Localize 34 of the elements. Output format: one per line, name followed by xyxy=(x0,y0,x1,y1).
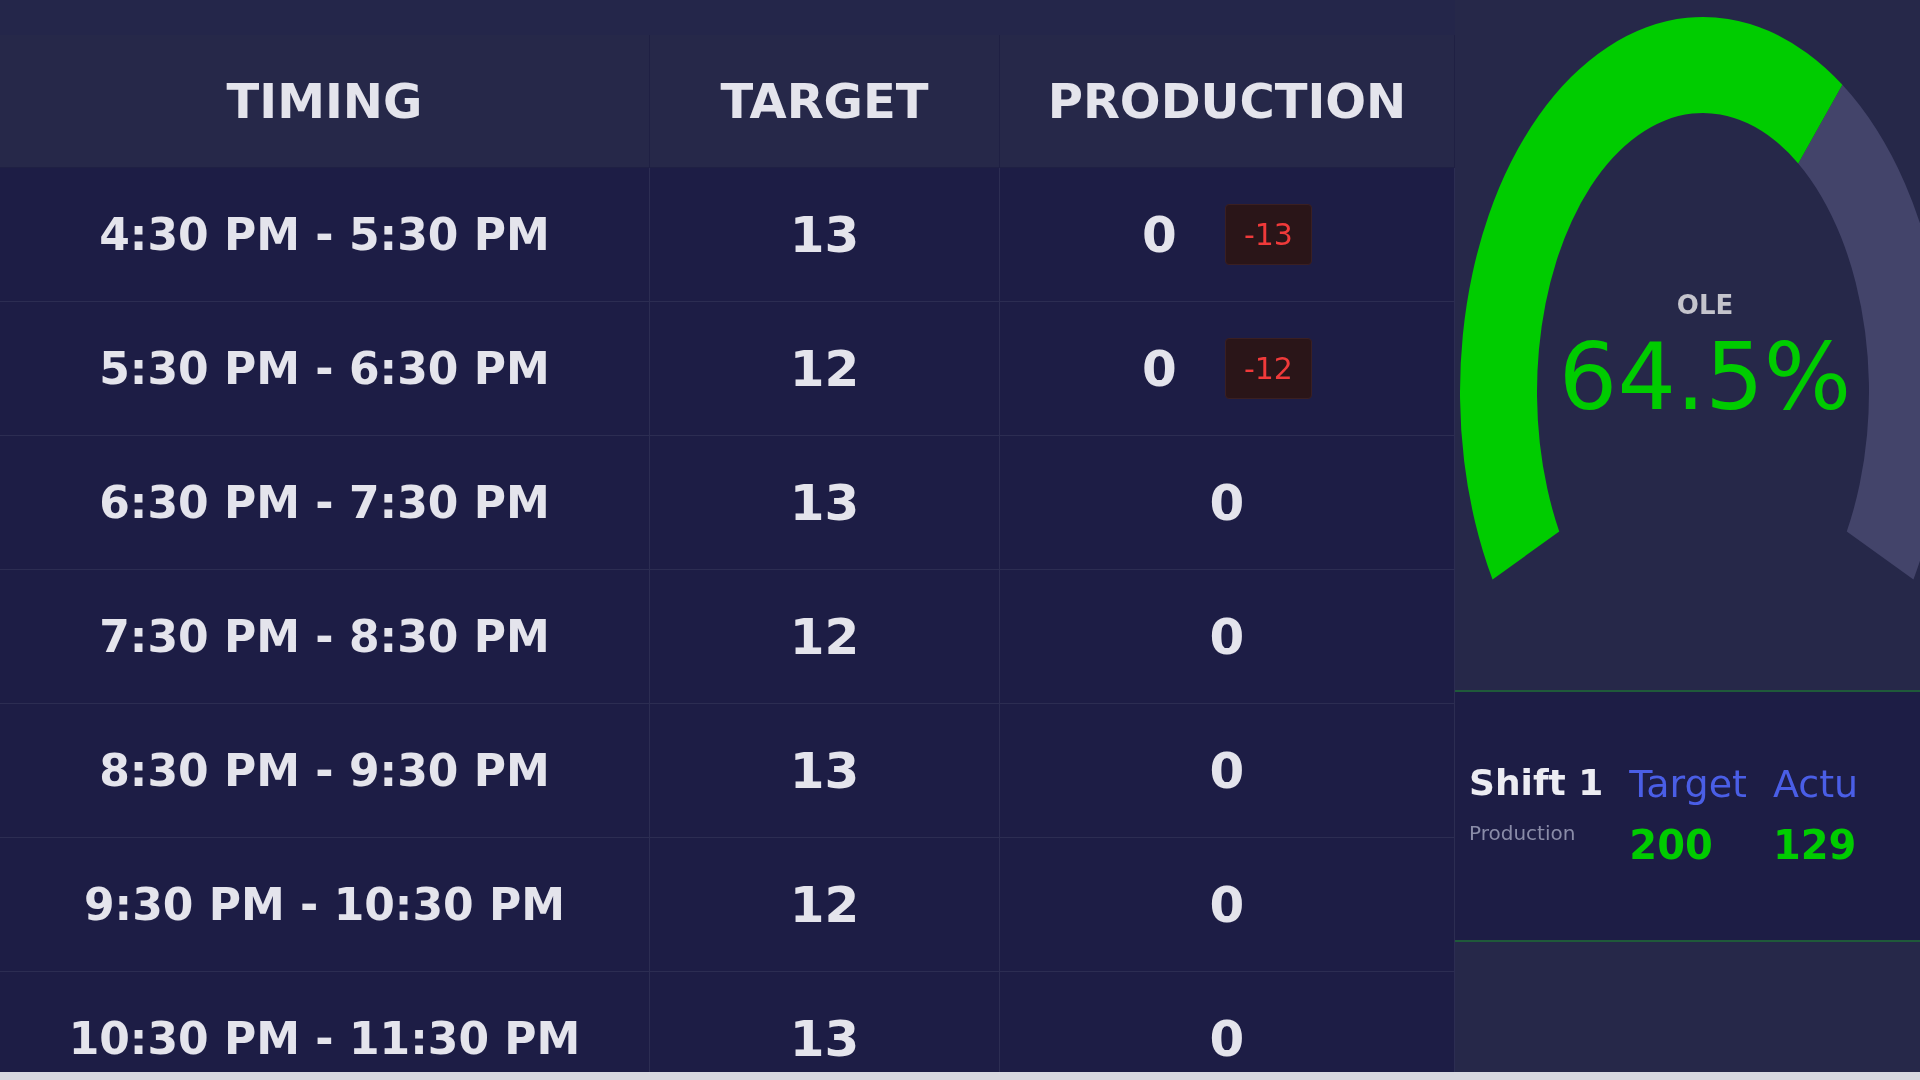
shift-subtitle: Production xyxy=(1469,821,1577,845)
variance-badge: -12 xyxy=(1224,338,1312,399)
timing-cell: 4:30 PM - 5:30 PM xyxy=(0,168,650,302)
production-value: 0 xyxy=(1142,339,1177,398)
timing-cell: 7:30 PM - 8:30 PM xyxy=(0,570,650,704)
column-header: TARGET xyxy=(650,35,1000,168)
stat-label: Target xyxy=(1629,762,1747,806)
target-cell: 12 xyxy=(650,570,1000,704)
timing-cell: 8:30 PM - 9:30 PM xyxy=(0,704,650,838)
timing-cell: 9:30 PM - 10:30 PM xyxy=(0,838,650,972)
timing-cell: 10:30 PM - 11:30 PM xyxy=(0,972,650,1072)
stat-value: 200 xyxy=(1629,822,1714,868)
production-value: 0 xyxy=(1209,875,1245,934)
production-value: 0 xyxy=(1142,205,1177,264)
target-cell: 13 xyxy=(650,972,1000,1072)
stat-label: Actu xyxy=(1772,762,1859,806)
timing-cell: 6:30 PM - 7:30 PM xyxy=(0,436,650,570)
shift-title: Shift 1 xyxy=(1469,762,1604,803)
variance-badge: -13 xyxy=(1224,204,1312,265)
target-cell: 13 xyxy=(650,436,1000,570)
stat-value: 129 xyxy=(1772,822,1858,868)
production-value: 0 xyxy=(1209,1009,1245,1068)
production-value: 0 xyxy=(1209,607,1245,666)
gauge-value: 64.5% xyxy=(1558,324,1852,431)
column-header: PRODUCTION xyxy=(1000,35,1455,168)
target-cell: 12 xyxy=(650,302,1000,436)
timing-cell: 5:30 PM - 6:30 PM xyxy=(0,302,650,436)
production-value: 0 xyxy=(1209,473,1245,532)
target-cell: 13 xyxy=(650,704,1000,838)
target-cell: 12 xyxy=(650,838,1000,972)
production-value: 0 xyxy=(1209,741,1245,800)
column-header: TIMING xyxy=(0,35,650,168)
target-cell: 13 xyxy=(650,168,1000,302)
gauge-label: OLE xyxy=(1676,290,1734,320)
